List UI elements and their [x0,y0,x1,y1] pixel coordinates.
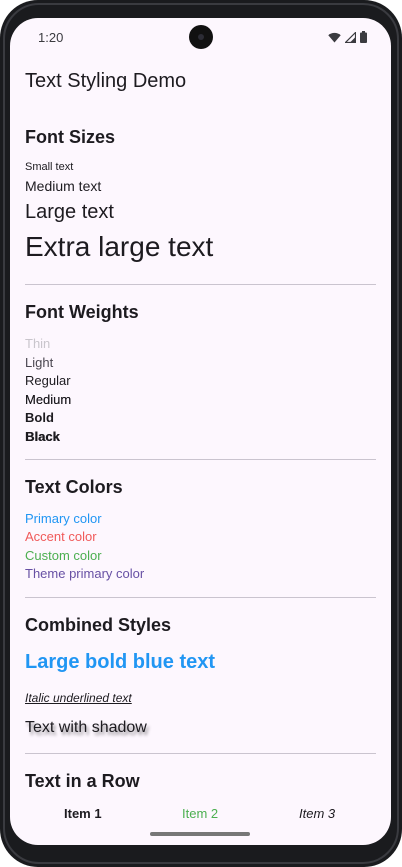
divider [25,753,376,754]
gesture-navigation-handle[interactable] [150,832,250,836]
divider [25,459,376,460]
primary-color-text: Primary color [25,511,102,526]
weight-black-text: Black [25,429,60,444]
screen: 1:20 Text Styling Demo Font Sizes Small … [10,18,391,845]
divider [25,597,376,598]
extra-large-text: Extra large text [25,231,214,262]
row-item-1: Item 1 [64,806,102,821]
large-bold-blue-text: Large bold blue text [25,651,216,673]
front-camera [189,25,213,49]
large-text: Large text [25,201,114,223]
medium-text: Medium text [25,178,102,194]
wifi-icon [328,32,341,42]
weight-light-text: Light [25,355,54,370]
weight-medium-text: Medium [25,392,72,407]
section-title-font-sizes: Font Sizes [25,127,116,147]
shadow-text: Text with shadow [25,719,147,736]
divider [25,284,376,285]
row-item-2: Item 2 [182,806,219,821]
section-title-combined-styles: Combined Styles [25,615,172,635]
italic-underlined-text: Italic underlined text [25,691,132,705]
phone-frame: 1:20 Text Styling Demo Font Sizes Small … [0,0,402,867]
app-title: Text Styling Demo [25,70,187,92]
theme-primary-color-text: Theme primary color [25,566,145,581]
weight-bold-text: Bold [25,410,54,425]
small-text: Small text [25,161,74,173]
accent-color-text: Accent color [25,529,97,544]
weight-thin-text: Thin [25,336,51,351]
section-title-text-in-row: Text in a Row [25,771,140,791]
battery-icon [360,31,367,43]
cellular-signal-icon [345,31,356,43]
custom-color-text: Custom color [25,548,102,563]
status-time: 1:20 [38,30,64,45]
section-title-font-weights: Font Weights [25,302,139,322]
weight-regular-text: Regular [25,373,71,388]
row-item-3: Item 3 [299,806,336,821]
status-icons [328,31,367,43]
status-bar: 1:20 [10,18,391,58]
section-title-text-colors: Text Colors [25,477,123,497]
